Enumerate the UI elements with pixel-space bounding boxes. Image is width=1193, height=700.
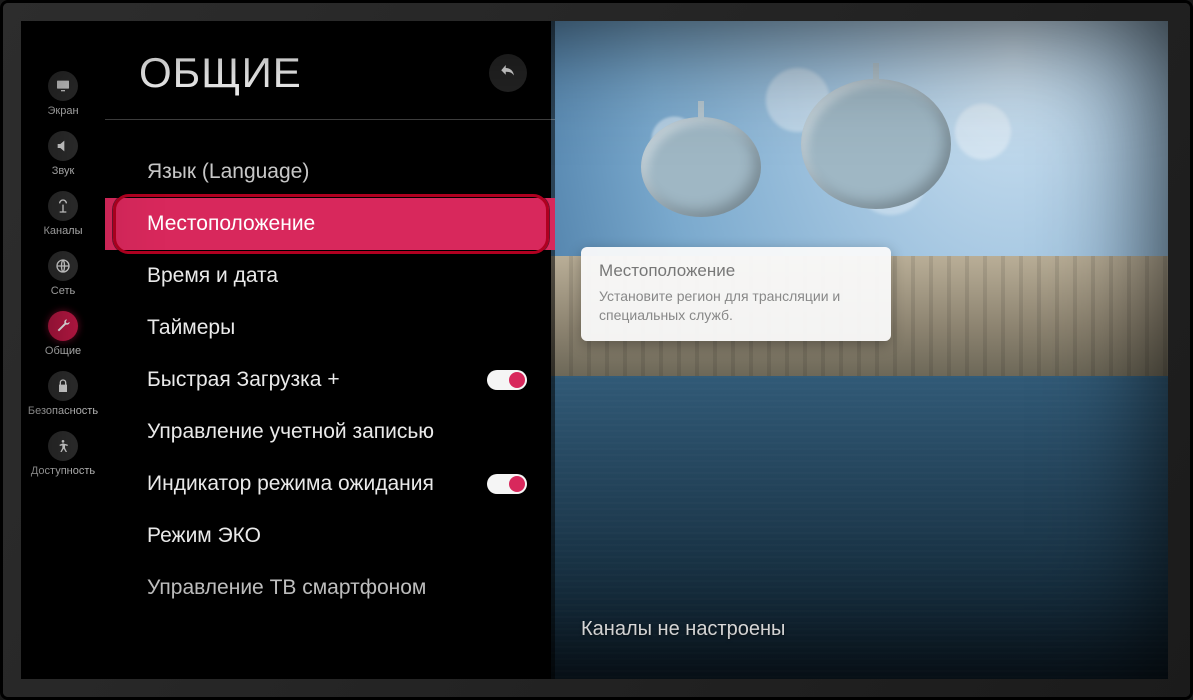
preview-pane: Местоположение Установите регион для тра… xyxy=(551,21,1168,679)
back-button[interactable] xyxy=(489,54,527,92)
menu-item-account[interactable]: Управление учетной записью xyxy=(105,406,555,458)
background-dome xyxy=(801,79,951,209)
tv-frame: Экран Звук Каналы xyxy=(0,0,1193,700)
menu-item-standby-led[interactable]: Индикатор режима ожидания xyxy=(105,458,555,510)
menu-item-label: Таймеры xyxy=(147,316,235,340)
menu-item-label: Управление ТВ смартфоном xyxy=(147,576,426,600)
menu-item-label: Язык (Language) xyxy=(147,160,309,184)
menu-item-label: Быстрая Загрузка + xyxy=(147,368,340,392)
lock-icon xyxy=(48,371,78,401)
menu-header: ОБЩИЕ xyxy=(105,49,555,120)
sidebar-label: Экран xyxy=(47,105,78,117)
satellite-icon xyxy=(48,191,78,221)
sidebar-item-channels[interactable]: Каналы xyxy=(43,191,82,237)
sidebar-label: Каналы xyxy=(43,225,82,237)
menu-item-label: Время и дата xyxy=(147,264,278,288)
tv-screen: Экран Звук Каналы xyxy=(21,21,1168,679)
sidebar-item-sound[interactable]: Звук xyxy=(48,131,78,177)
sidebar-item-screen[interactable]: Экран xyxy=(47,71,78,117)
globe-icon xyxy=(48,251,78,281)
menu-item-timers[interactable]: Таймеры xyxy=(105,302,555,354)
sidebar-label: Доступность xyxy=(31,465,95,477)
monitor-icon xyxy=(48,71,78,101)
menu-item-phone-ctrl[interactable]: Управление ТВ смартфоном xyxy=(105,562,555,614)
info-card: Местоположение Установите регион для тра… xyxy=(581,247,891,341)
sidebar-label: Безопасность xyxy=(28,405,98,417)
menu-item-label: Управление учетной записью xyxy=(147,420,434,444)
menu-list: Язык (Language) Местоположение Время и д… xyxy=(105,120,555,614)
status-message: Каналы не настроены xyxy=(581,618,1138,641)
sidebar-item-accessibility[interactable]: Доступность xyxy=(31,431,95,477)
sidebar-item-network[interactable]: Сеть xyxy=(48,251,78,297)
menu-item-language[interactable]: Язык (Language) xyxy=(105,146,555,198)
menu-item-eco[interactable]: Режим ЭКО xyxy=(105,510,555,562)
sidebar-label: Сеть xyxy=(51,285,75,297)
sidebar-label: Общие xyxy=(45,345,81,357)
menu-item-label: Местоположение xyxy=(147,212,315,236)
settings-menu: ОБЩИЕ Язык (Language) Местоположение xyxy=(105,21,555,679)
back-icon xyxy=(499,62,517,85)
info-card-title: Местоположение xyxy=(599,261,873,281)
wrench-icon xyxy=(48,311,78,341)
background-dome xyxy=(641,117,761,217)
menu-item-location[interactable]: Местоположение xyxy=(105,198,555,250)
sidebar-item-security[interactable]: Безопасность xyxy=(28,371,98,417)
toggle-quickstart[interactable] xyxy=(487,370,527,390)
tv-bezel: Экран Звук Каналы xyxy=(3,3,1190,697)
menu-item-quickstart[interactable]: Быстрая Загрузка + xyxy=(105,354,555,406)
person-icon xyxy=(48,431,78,461)
sidebar-label: Звук xyxy=(52,165,75,177)
menu-item-label: Индикатор режима ожидания xyxy=(147,472,434,496)
settings-sidebar: Экран Звук Каналы xyxy=(21,21,105,679)
info-card-body: Установите регион для трансляции и специ… xyxy=(599,287,873,325)
page-title: ОБЩИЕ xyxy=(139,49,302,97)
speaker-icon xyxy=(48,131,78,161)
menu-item-label: Режим ЭКО xyxy=(147,524,261,548)
menu-item-datetime[interactable]: Время и дата xyxy=(105,250,555,302)
sidebar-item-general[interactable]: Общие xyxy=(45,311,81,357)
toggle-standby-led[interactable] xyxy=(487,474,527,494)
